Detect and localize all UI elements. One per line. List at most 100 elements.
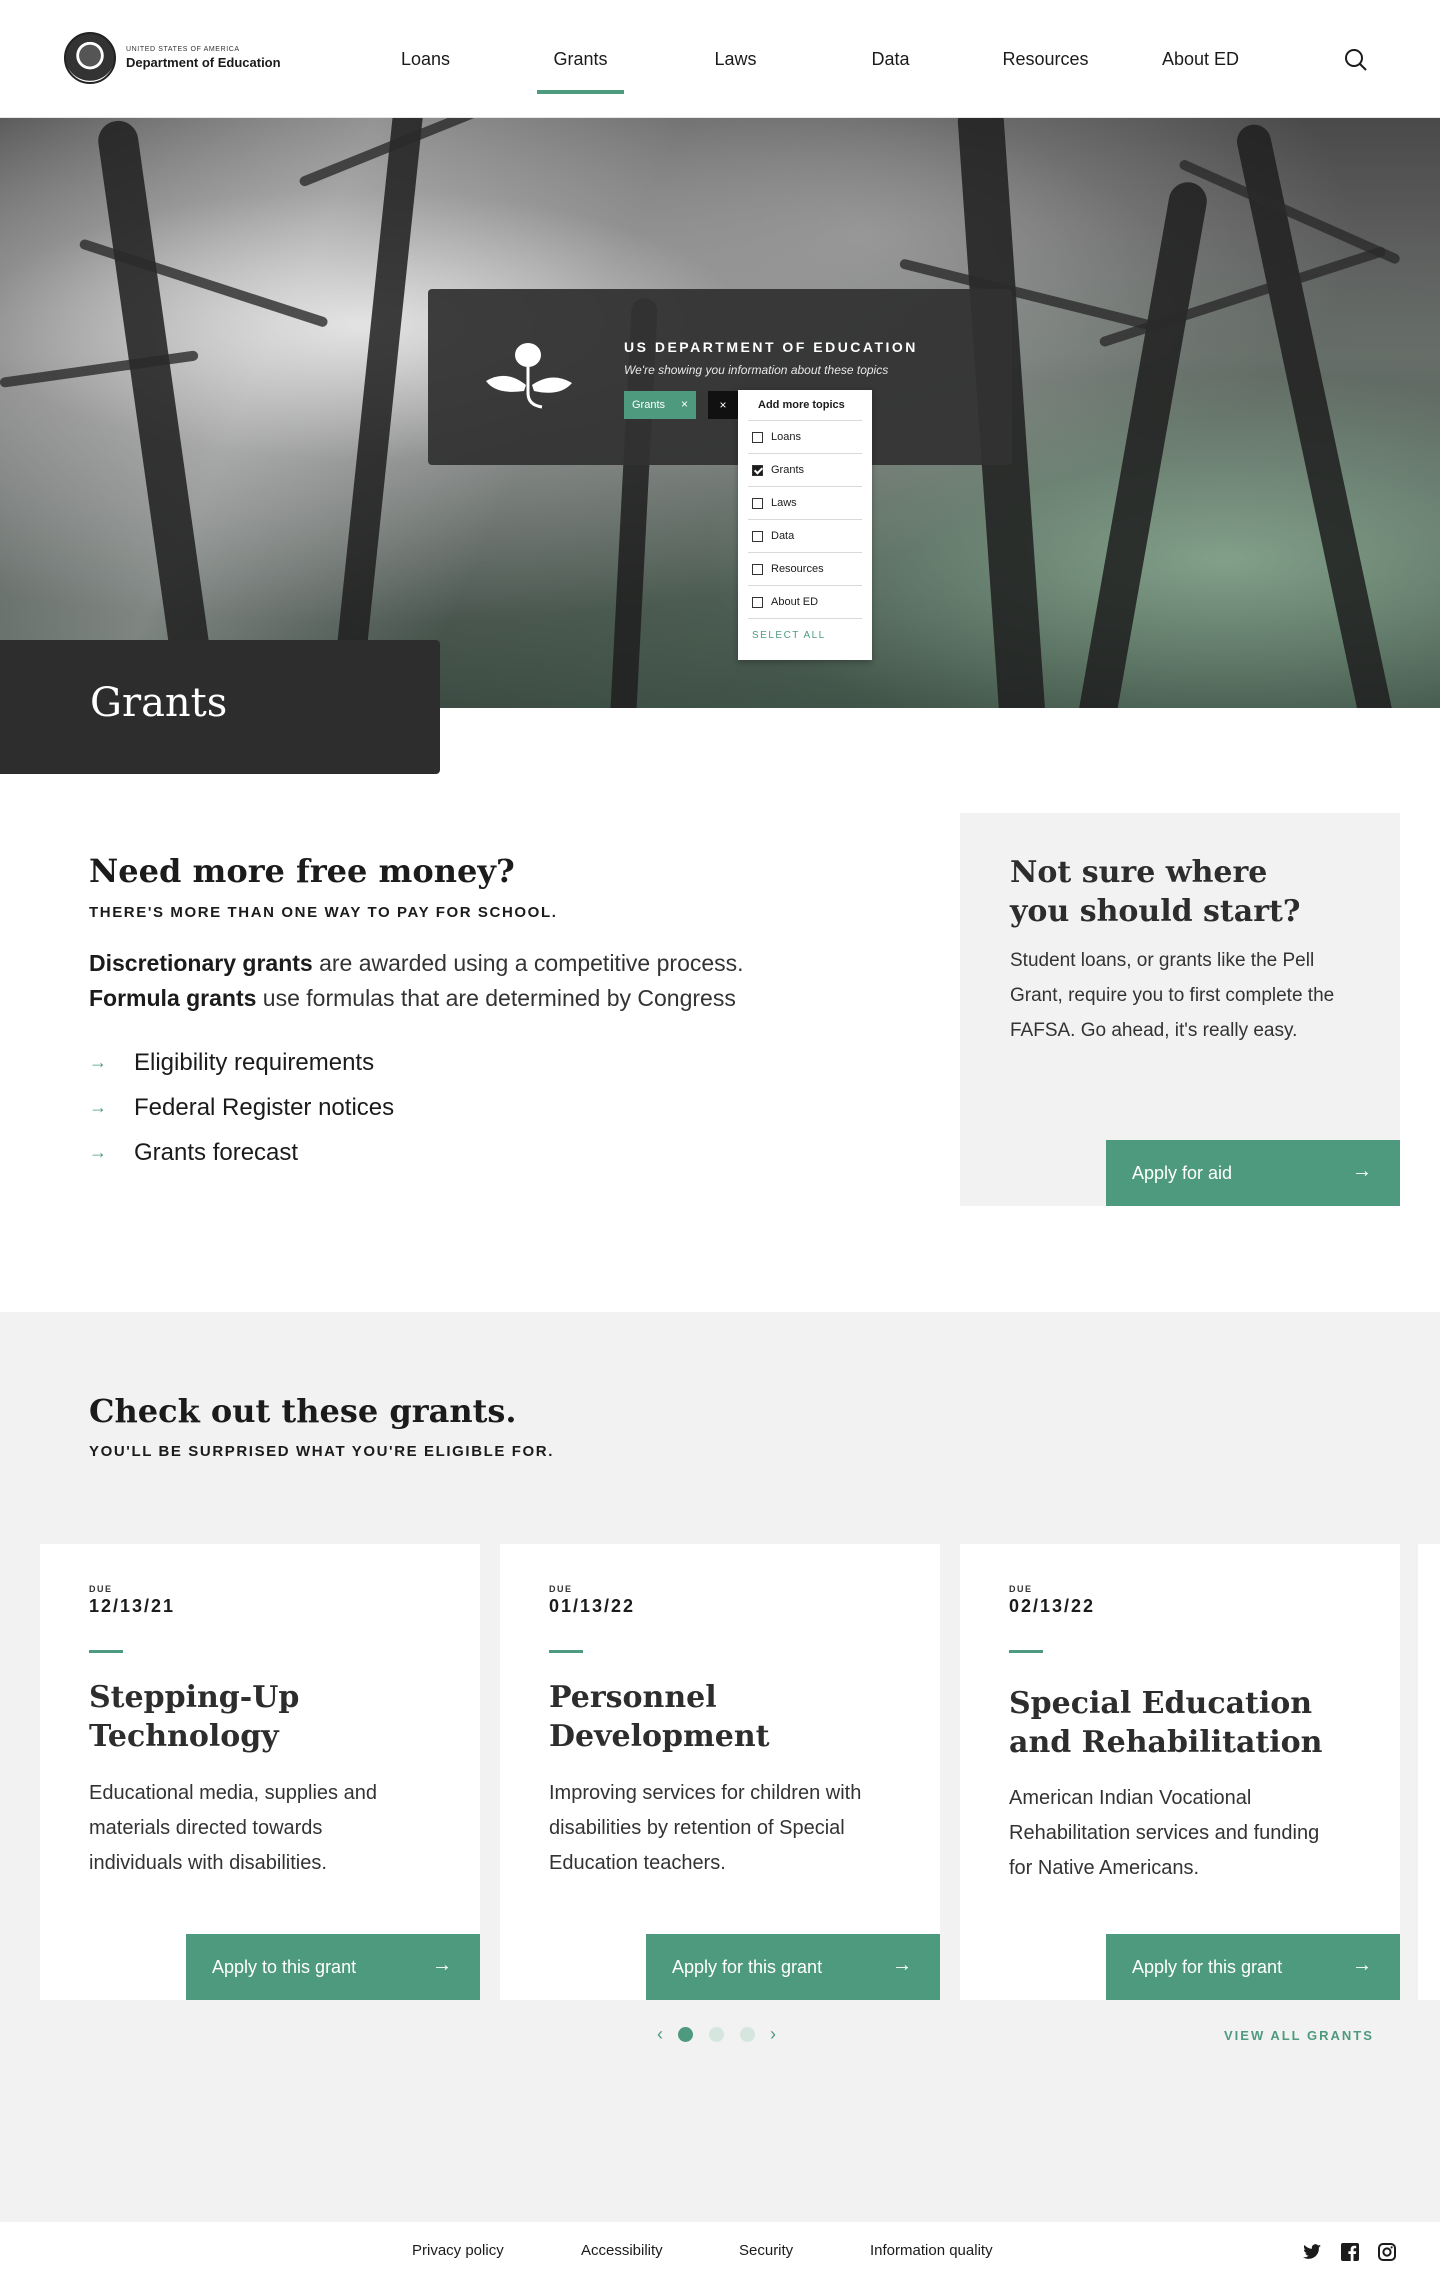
grant-card: DUE 01/13/22 Personnel Development Impro…: [500, 1544, 940, 2000]
formula-term: Formula grants: [89, 985, 257, 1011]
intro-paragraph: Discretionary grants are awarded using a…: [89, 946, 869, 1016]
button-label: Apply to this grant: [212, 1956, 357, 1977]
topic-option-resources[interactable]: Resources: [748, 552, 862, 585]
option-label: Laws: [771, 497, 797, 509]
search-icon[interactable]: [1342, 46, 1370, 74]
apply-grant-button[interactable]: Apply for this grant →: [646, 1934, 940, 2000]
button-label: Apply for this grant: [672, 1956, 823, 1977]
intro-heading: Need more free money?: [89, 852, 515, 890]
divider: [549, 1650, 583, 1653]
topic-option-about[interactable]: About ED: [748, 585, 862, 618]
topic-option-grants[interactable]: Grants: [748, 453, 862, 486]
close-dropdown-button[interactable]: ×: [708, 391, 738, 419]
due-date: 01/13/22: [549, 1596, 636, 1616]
pager-dot-2[interactable]: [709, 2026, 724, 2042]
arrow-right-icon: →: [89, 1052, 107, 1072]
agency-logo[interactable]: UNITED STATES OF AMERICA Department of E…: [64, 32, 281, 84]
nav-laws[interactable]: Laws: [658, 0, 813, 118]
apply-for-aid-button[interactable]: Apply for aid →: [1106, 1140, 1400, 1206]
page-title-box: Grants: [0, 640, 440, 774]
formula-text: use formulas that are determined by Cong…: [256, 985, 736, 1011]
carousel-pager: ‹ ›: [650, 2024, 783, 2044]
facebook-icon[interactable]: [1340, 2242, 1360, 2262]
chevron-right-icon[interactable]: ›: [763, 2024, 783, 2045]
pager-dot-1[interactable]: [678, 2026, 693, 2042]
site-header: UNITED STATES OF AMERICA Department of E…: [0, 0, 1440, 118]
grant-description: American Indian Vocational Rehabilitatio…: [1009, 1787, 1320, 1879]
apply-grant-button[interactable]: Apply to this grant →: [186, 1934, 480, 2000]
next-card-peek: [1418, 1544, 1440, 2000]
chevron-left-icon[interactable]: ‹: [650, 2024, 670, 2045]
topic-filter-panel: US DEPARTMENT OF EDUCATION We're showing…: [428, 289, 1012, 465]
site-footer: Privacy policy Accessibility Security In…: [0, 2222, 1440, 2282]
chip-label: Grants: [632, 399, 666, 411]
twitter-icon[interactable]: [1302, 2242, 1322, 2262]
apply-grant-button[interactable]: Apply for this grant →: [1106, 1934, 1400, 2000]
chip-remove-icon[interactable]: ×: [681, 397, 688, 411]
nav-resources[interactable]: Resources: [968, 0, 1123, 118]
arrow-right-icon: →: [892, 1954, 912, 1976]
view-all-grants-link[interactable]: VIEW ALL GRANTS: [1224, 2028, 1374, 2043]
button-label: Apply for aid: [1132, 1162, 1233, 1183]
nav-data[interactable]: Data: [813, 0, 968, 118]
grant-title: Special Education and Rehabilitation: [1009, 1686, 1323, 1760]
divider: [1009, 1650, 1043, 1653]
option-label: Loans: [771, 431, 801, 443]
option-label: Data: [771, 530, 795, 542]
due-label: DUE: [89, 1584, 113, 1594]
option-label: Resources: [771, 563, 824, 575]
pager-dot-3[interactable]: [740, 2026, 755, 2042]
topic-option-loans[interactable]: Loans: [748, 420, 862, 453]
grant-title: Personnel Development: [549, 1680, 770, 1754]
footer-privacy-link[interactable]: Privacy policy: [412, 2242, 504, 2259]
select-all-link[interactable]: SELECT ALL: [748, 618, 862, 652]
page-title: Grants: [90, 680, 228, 726]
checkbox[interactable]: [752, 563, 763, 575]
dropdown-heading: Add more topics: [758, 399, 845, 411]
footer-info-quality-link[interactable]: Information quality: [870, 2242, 993, 2259]
arrow-right-icon: →: [89, 1142, 107, 1162]
link-forecast[interactable]: → Grants forecast: [89, 1130, 394, 1175]
due-label: DUE: [1009, 1584, 1033, 1594]
button-label: Apply for this grant: [1132, 1956, 1283, 1977]
checkbox[interactable]: [752, 497, 763, 509]
checkbox-checked[interactable]: [752, 464, 763, 476]
panel-title: US DEPARTMENT OF EDUCATION: [624, 339, 918, 355]
aside-body: Student loans, or grants like the Pell G…: [1010, 950, 1335, 1041]
due-date: 02/13/22: [1009, 1596, 1096, 1616]
grants-kicker: YOU'LL BE SURPRISED WHAT YOU'RE ELIGIBLE…: [89, 1443, 554, 1460]
grant-description: Improving services for children with dis…: [549, 1782, 862, 1874]
due-date: 12/13/21: [89, 1596, 176, 1616]
aside-heading: Not sure where you should start?: [1010, 855, 1301, 929]
nav-grants[interactable]: Grants: [503, 0, 658, 118]
link-federal-register[interactable]: → Federal Register notices: [89, 1085, 394, 1130]
due-label: DUE: [549, 1584, 573, 1594]
option-label: About ED: [771, 596, 819, 608]
start-here-box: Not sure where you should start? Student…: [960, 813, 1400, 1206]
nav-about[interactable]: About ED: [1123, 0, 1278, 118]
arrow-right-icon: →: [89, 1097, 107, 1117]
footer-accessibility-link[interactable]: Accessibility: [581, 2242, 663, 2259]
divider: [89, 1650, 123, 1653]
topic-chip-grants[interactable]: Grants ×: [624, 391, 696, 419]
discretionary-term: Discretionary grants: [89, 950, 313, 976]
link-label: Grants forecast: [134, 1138, 299, 1166]
checkbox[interactable]: [752, 431, 763, 443]
topic-option-laws[interactable]: Laws: [748, 486, 862, 519]
grants-heading: Check out these grants.: [89, 1392, 517, 1430]
checkbox[interactable]: [752, 530, 763, 542]
grant-card: DUE 02/13/22 Special Education and Rehab…: [960, 1544, 1400, 2000]
footer-security-link[interactable]: Security: [739, 2242, 793, 2259]
link-label: Federal Register notices: [134, 1093, 395, 1121]
checkbox[interactable]: [752, 596, 763, 608]
nav-loans[interactable]: Loans: [348, 0, 503, 118]
arrow-right-icon: →: [432, 1954, 452, 1976]
agency-line: UNITED STATES OF AMERICA: [126, 46, 240, 53]
link-eligibility[interactable]: → Eligibility requirements: [89, 1040, 394, 1085]
arrow-right-icon: →: [1352, 1954, 1372, 1976]
instagram-icon[interactable]: [1377, 2242, 1397, 2262]
add-topics-dropdown: Add more topics Loans Grants Laws Data R…: [738, 390, 872, 660]
grants-section: Check out these grants. YOU'LL BE SURPRI…: [0, 1312, 1440, 2222]
topic-option-data[interactable]: Data: [748, 519, 862, 552]
grant-card: DUE 12/13/21 Stepping-Up Technology Educ…: [40, 1544, 480, 2000]
